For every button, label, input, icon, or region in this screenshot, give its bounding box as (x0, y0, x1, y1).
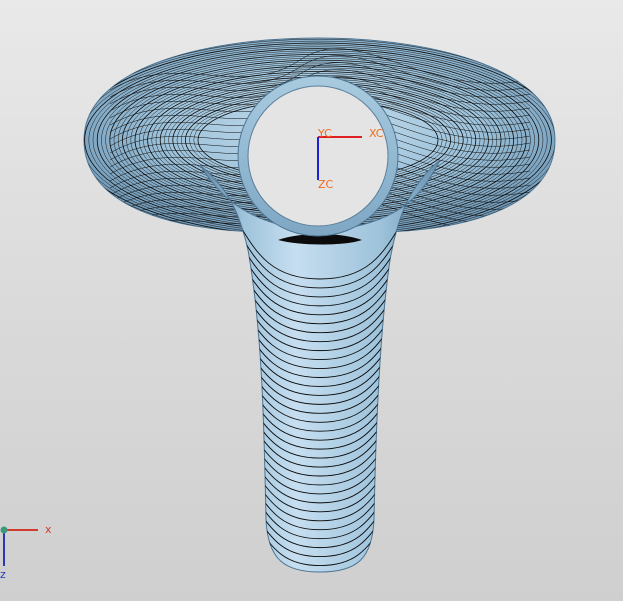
wcs-x-label: x (45, 523, 52, 536)
graphics-viewport[interactable]: XC YC ZC x z (0, 0, 623, 601)
csys-xc-label: XC (369, 127, 384, 140)
cad-model-view[interactable] (0, 0, 623, 601)
wcs-triad[interactable] (0, 526, 39, 567)
csys-yc-label: YC (318, 127, 332, 140)
wcs-z-label: z (0, 568, 6, 581)
wcs-origin (0, 526, 8, 534)
csys-zc-label: ZC (318, 178, 334, 191)
